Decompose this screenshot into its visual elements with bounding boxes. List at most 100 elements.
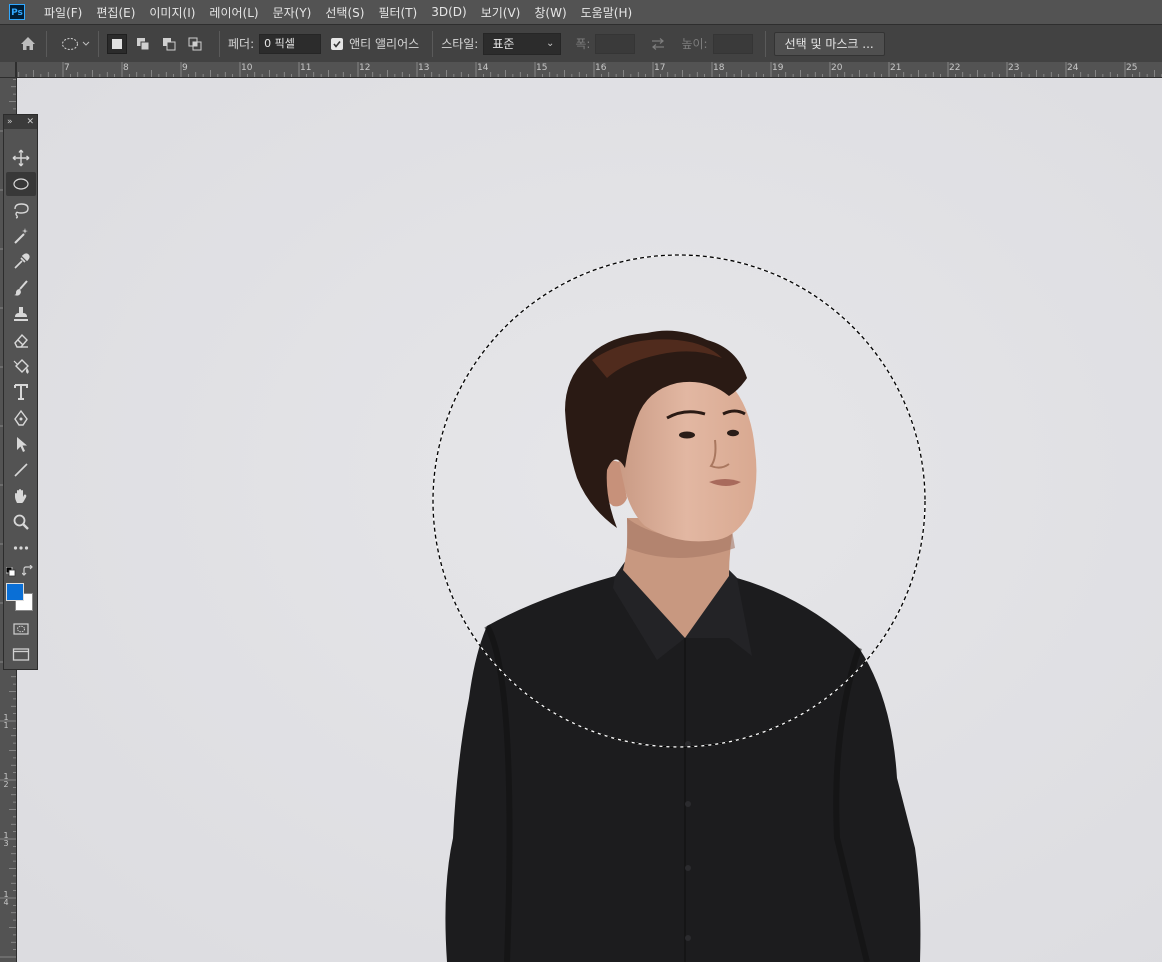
screen-mode-button[interactable] (6, 643, 36, 667)
ruler-number: 1 3 (3, 831, 9, 848)
feather-input[interactable]: 0 픽셀 (259, 33, 322, 54)
options-bar: 페더: 0 픽셀 앤티 앨리어스 스타일: 표준 ⌄ 폭: 높이: 선택 및 마… (0, 24, 1162, 62)
magic-wand-tool[interactable] (6, 224, 36, 248)
ellipse-marquee-icon (13, 178, 29, 190)
clone-stamp-tool[interactable] (6, 302, 36, 326)
style-label: 스타일: (441, 37, 479, 51)
ruler-origin[interactable] (0, 62, 16, 78)
style-value: 표준 (492, 36, 515, 51)
zoom-tool[interactable] (6, 510, 36, 534)
pen-icon (14, 409, 28, 426)
pen-tool[interactable] (6, 406, 36, 430)
new-selection-icon (112, 38, 122, 49)
portrait-photo (17, 78, 1162, 962)
ruler-number: 8 (123, 63, 129, 73)
app-logo: Ps (9, 4, 25, 20)
tools-panel-header[interactable]: » ✕ (4, 115, 37, 129)
eyedropper-tool[interactable] (6, 250, 36, 274)
menu-edit[interactable]: 편집(E) (89, 4, 142, 21)
eraser-tool[interactable] (6, 328, 36, 352)
ruler-number: 7 (64, 63, 70, 73)
ruler-number: 13 (418, 63, 430, 73)
subtract-selection-icon (163, 37, 176, 50)
subtract-selection-button[interactable] (159, 34, 179, 54)
tool-preset-picker[interactable] (61, 37, 90, 51)
add-selection-icon (137, 37, 150, 50)
ruler-number: 25 (1126, 63, 1138, 73)
swap-colors-icon[interactable] (22, 565, 34, 577)
separator (432, 30, 434, 57)
ruler-number: 12 (359, 63, 371, 73)
separator (764, 30, 766, 57)
new-selection-button[interactable] (107, 33, 127, 54)
ruler-number: 1 2 (3, 772, 9, 789)
style-select[interactable]: 표준 ⌄ (483, 32, 562, 55)
menu-3d[interactable]: 3D(D) (424, 5, 473, 19)
arrow-icon (17, 437, 27, 452)
separator (98, 30, 99, 57)
tools-panel: » ✕ (3, 114, 38, 670)
type-tool[interactable] (6, 380, 36, 404)
lasso-icon (14, 203, 29, 219)
collapse-panel-icon[interactable]: » (7, 117, 13, 127)
elliptical-marquee-tool[interactable] (6, 172, 36, 196)
checkmark-icon (333, 40, 341, 48)
close-icon[interactable]: ✕ (26, 117, 34, 127)
line-tool[interactable] (6, 458, 36, 482)
chevron-down-icon: ⌄ (545, 37, 555, 49)
line-icon (14, 463, 28, 477)
menu-window[interactable]: 창(W) (527, 4, 573, 21)
path-selection-tool[interactable] (6, 432, 36, 456)
hand-tool[interactable] (6, 484, 36, 508)
ruler-number: 15 (536, 63, 548, 73)
horizontal-ruler[interactable]: 7 8 9 10 11 12 13 14 15 16 17 18 19 20 2… (16, 62, 1162, 78)
quick-mask-button[interactable] (6, 617, 36, 641)
brush-tool[interactable] (6, 276, 36, 300)
separator (219, 30, 220, 57)
document-canvas[interactable] (17, 78, 1162, 962)
ruler-number: 18 (713, 63, 725, 73)
more-tools[interactable] (6, 536, 36, 560)
type-icon (14, 384, 28, 400)
swap-dimensions-icon[interactable] (649, 37, 667, 51)
ruler-number: 1 4 (3, 890, 9, 907)
ruler-number: 17 (654, 63, 666, 73)
ruler-number: 14 (477, 63, 489, 73)
feather-label: 페더: (228, 37, 255, 51)
intersect-selection-icon (188, 37, 202, 50)
height-label: 높이: (681, 37, 708, 51)
menu-filter[interactable]: 필터(T) (371, 4, 424, 21)
ruler-number: 11 (300, 63, 312, 73)
menu-help[interactable]: 도움말(H) (574, 4, 640, 21)
lasso-tool[interactable] (6, 198, 36, 222)
move-icon (12, 149, 30, 167)
menu-select[interactable]: 선택(S) (318, 4, 371, 21)
menu-bar: Ps 파일(F) 편집(E) 이미지(I) 레이어(L) 문자(Y) 선택(S)… (0, 0, 1162, 24)
antialias-checkbox[interactable] (331, 37, 344, 50)
intersect-selection-button[interactable] (185, 34, 205, 54)
move-tool[interactable] (6, 146, 36, 170)
height-input[interactable] (712, 33, 753, 54)
magic-wand-icon (14, 228, 28, 244)
select-and-mask-button[interactable]: 선택 및 마스크 ... (773, 31, 885, 56)
add-selection-button[interactable] (133, 34, 153, 54)
home-icon (21, 36, 35, 50)
menu-layer[interactable]: 레이어(L) (202, 4, 265, 21)
foreground-color-swatch[interactable] (6, 583, 24, 601)
width-input[interactable] (595, 33, 636, 54)
menu-view[interactable]: 보기(V) (474, 4, 528, 21)
home-button[interactable] (18, 34, 38, 54)
menu-image[interactable]: 이미지(I) (142, 4, 202, 21)
ruler-number: 19 (772, 63, 784, 73)
paint-bucket-tool[interactable] (6, 354, 36, 378)
menu-type[interactable]: 문자(Y) (266, 4, 319, 21)
eyedropper-icon (14, 253, 30, 269)
ellipse-marquee-icon (62, 37, 78, 50)
ellipsis-icon (13, 546, 29, 550)
menu-file[interactable]: 파일(F) (37, 4, 89, 21)
bucket-icon (13, 359, 29, 374)
default-colors-icon[interactable] (6, 567, 16, 577)
width-label: 폭: (575, 37, 591, 51)
brush-icon (14, 280, 28, 296)
hand-icon (15, 489, 27, 503)
